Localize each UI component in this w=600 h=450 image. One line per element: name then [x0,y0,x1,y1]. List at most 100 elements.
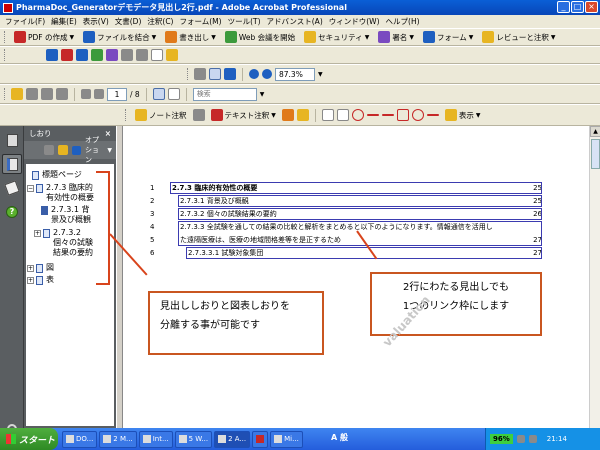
bookmarks-options-button[interactable]: オプション [85,135,103,165]
taskbar-item[interactable]: 5 W... [174,430,213,448]
scroll-thumb[interactable] [591,139,600,169]
zoom-in-icon[interactable] [262,69,272,79]
previous-page-icon[interactable] [81,89,91,99]
zoom-tool-icon[interactable] [224,68,236,80]
attach-tool-icon[interactable] [151,49,163,61]
bookmark-figures[interactable]: + 図 [27,263,54,273]
clock[interactable]: 21:14 [547,435,567,443]
search-dropdown-icon[interactable]: ▼ [260,91,265,98]
ime-indicator[interactable]: A 般 [331,432,348,443]
menu-view[interactable]: 表示(V) [80,16,112,27]
panel-splitter[interactable] [116,126,123,428]
close-button[interactable]: × [585,1,598,13]
pencil-tool-icon[interactable] [426,114,439,116]
stamp-icon[interactable] [281,109,294,121]
sign-button[interactable]: 署名 ▼ [375,30,417,45]
vertical-scrollbar[interactable]: ▲ [589,126,600,428]
minimize-button[interactable]: _ [557,1,570,13]
new-bookmark-icon[interactable] [58,145,68,155]
web-meeting-button[interactable]: Web 会議を開始 [222,30,298,45]
text-edit-tool-icon[interactable] [192,109,205,121]
oval-tool-icon[interactable] [411,109,424,121]
taskbar-item[interactable] [252,430,269,448]
hand-tool-icon[interactable] [209,68,221,80]
menu-window[interactable]: ウィンドウ(W) [326,16,383,27]
bookmark-2-7-3[interactable]: − 2.7.3 臨床的 有効性の概要 [27,183,94,203]
next-page-icon[interactable] [94,89,104,99]
security-button[interactable]: セキュリティ ▼ [301,30,372,45]
taskbar-item[interactable]: DO... [62,430,98,448]
bookmark-title-page[interactable]: 標題ページ [32,170,82,180]
taskbar-item[interactable]: 2 M... [99,430,137,448]
expand-icon[interactable]: + [34,230,41,237]
link-box[interactable] [170,182,542,194]
link-tool-icon[interactable] [76,49,88,61]
menu-help[interactable]: ヘルプ(H) [383,16,423,27]
create-pdf-button[interactable]: PDF の作成 ▼ [11,30,77,45]
print-icon[interactable] [26,88,38,100]
menu-advanced[interactable]: アドバンスト(A) [264,16,326,27]
text-comment-button[interactable]: テキスト注釈 ▼ [208,108,279,123]
expand-icon[interactable]: + [27,265,34,272]
menu-tools[interactable]: ツール(T) [225,16,264,27]
select-text-icon[interactable] [194,68,206,80]
textbox-tool-icon[interactable] [336,109,349,121]
delete-bookmark-icon[interactable] [44,145,54,155]
zoom-dropdown-icon[interactable]: ▼ [318,71,323,78]
volume-icon[interactable] [528,435,537,443]
bookmark-tables[interactable]: + 表 [27,275,54,285]
fit-width-icon[interactable] [167,88,180,100]
toolbar-grip[interactable] [187,68,189,80]
expand-icon[interactable]: + [27,277,34,284]
email-icon[interactable] [56,88,68,100]
arrow-tool-icon[interactable] [366,114,379,116]
menu-document[interactable]: 文書(D) [112,16,145,27]
highlight-icon[interactable] [296,109,309,121]
note-comment-button[interactable]: ノート注釈 [132,108,190,123]
single-page-view-icon[interactable] [152,88,165,100]
line-tool-icon[interactable] [381,114,394,116]
menu-forms[interactable]: フォーム(M) [176,16,224,27]
current-page-field[interactable]: 1 [107,87,127,101]
show-button[interactable]: 表示 ▼ [442,108,484,123]
link-box[interactable] [178,208,542,220]
article-tool-icon[interactable] [106,49,118,61]
pages-tab[interactable] [2,130,22,150]
toolbar-grip[interactable] [125,109,127,121]
bookmarks-panel-close-icon[interactable]: × [105,129,111,138]
network-icon[interactable] [516,435,525,443]
collapse-icon[interactable]: − [27,185,34,192]
battery-indicator[interactable]: 96% [490,434,513,444]
export-button[interactable]: 書き出し ▼ [162,30,219,45]
taskbar-item[interactable]: Int... [138,430,173,448]
forms-button[interactable]: フォーム ▼ [420,30,476,45]
link-box[interactable] [186,247,542,259]
scroll-up-icon[interactable]: ▲ [590,126,600,137]
bookmark-2-7-3-2[interactable]: + 2.7.3.2 個々の試験 結果の要約 [34,228,93,258]
toolbar-grip[interactable] [4,49,6,61]
toolbar-grip[interactable] [4,31,6,43]
open-folder-icon[interactable] [11,88,23,100]
bookmarks-tab[interactable] [2,154,22,174]
taskbar-item[interactable]: 2 A... [214,430,251,448]
combine-files-button[interactable]: ファイルを結合 ▼ [80,30,159,45]
movie-tool-icon[interactable] [121,49,133,61]
maximize-button[interactable]: □ [571,1,584,13]
signatures-tab[interactable] [2,178,22,198]
crop-tool-icon[interactable] [91,49,103,61]
select-arrow-icon[interactable] [46,49,58,61]
bookmark-2-7-3-1[interactable]: 2.7.3.1 背景及び概観 [41,205,91,225]
callout-tool-icon[interactable] [321,109,334,121]
cloud-tool-icon[interactable] [351,109,364,121]
menu-file[interactable]: ファイル(F) [2,16,48,27]
sound-tool-icon[interactable] [136,49,148,61]
toolbar-grip[interactable] [4,88,6,100]
link-box[interactable] [178,195,542,207]
stamp-tool-icon[interactable] [166,49,178,61]
rectangle-tool-icon[interactable] [396,109,409,121]
taskbar-item[interactable]: Mi... [270,430,303,448]
zoom-level-field[interactable]: 87.3% [275,67,315,81]
menu-comments[interactable]: 注釈(C) [144,16,176,27]
search-input[interactable] [192,87,257,101]
review-comment-button[interactable]: レビューと注釈 ▼ [479,30,558,45]
